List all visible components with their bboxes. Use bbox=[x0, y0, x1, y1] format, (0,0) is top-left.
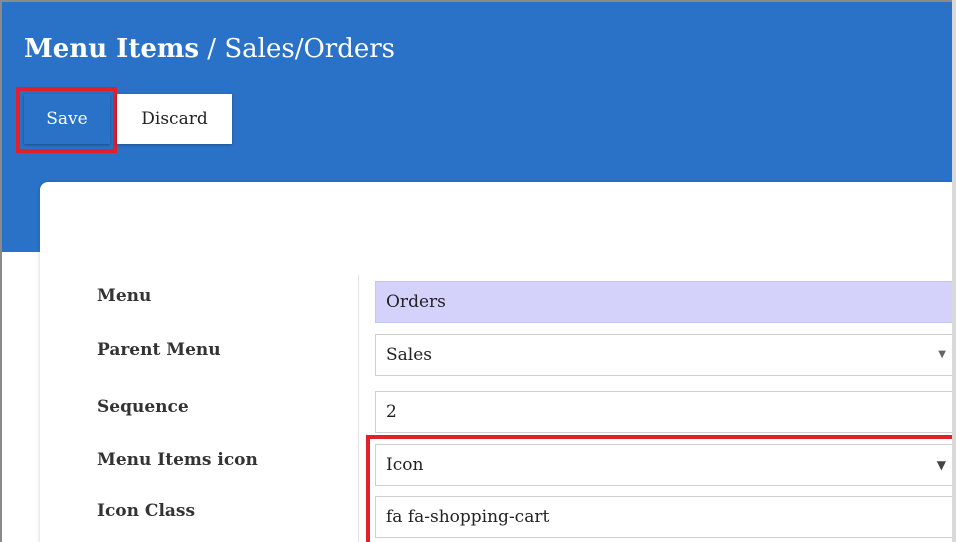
save-button[interactable]: Save bbox=[24, 94, 110, 144]
discard-button[interactable]: Discard bbox=[117, 94, 232, 144]
menu-label: Menu bbox=[97, 286, 152, 306]
breadcrumb-separator: / bbox=[199, 34, 225, 64]
menu-field: Orders bbox=[375, 281, 952, 323]
breadcrumb-model[interactable]: Menu Items bbox=[24, 34, 199, 64]
icon-class-label: Icon Class bbox=[97, 501, 196, 521]
sequence-input[interactable]: 2 bbox=[375, 391, 952, 433]
menu-items-icon-value: Icon bbox=[386, 455, 424, 475]
form-view: Menu Items / Sales/Orders Save Discard M… bbox=[0, 0, 952, 542]
menu-items-icon-label: Menu Items icon bbox=[97, 450, 258, 470]
breadcrumb-record: Sales/Orders bbox=[224, 34, 396, 64]
column-divider bbox=[358, 275, 359, 542]
caret-down-icon[interactable]: ▼ bbox=[937, 445, 946, 485]
icon-class-input[interactable]: fa fa-shopping-cart bbox=[375, 496, 952, 538]
breadcrumb: Menu Items / Sales/Orders bbox=[24, 34, 395, 64]
sequence-label: Sequence bbox=[97, 397, 189, 417]
parent-menu-label: Parent Menu bbox=[97, 340, 221, 360]
caret-down-icon[interactable]: ▼ bbox=[938, 335, 946, 375]
parent-menu-value: Sales bbox=[386, 345, 433, 365]
menu-items-icon-select[interactable]: Icon ▼ bbox=[375, 444, 952, 486]
parent-menu-select[interactable]: Sales ▼ bbox=[375, 334, 952, 376]
